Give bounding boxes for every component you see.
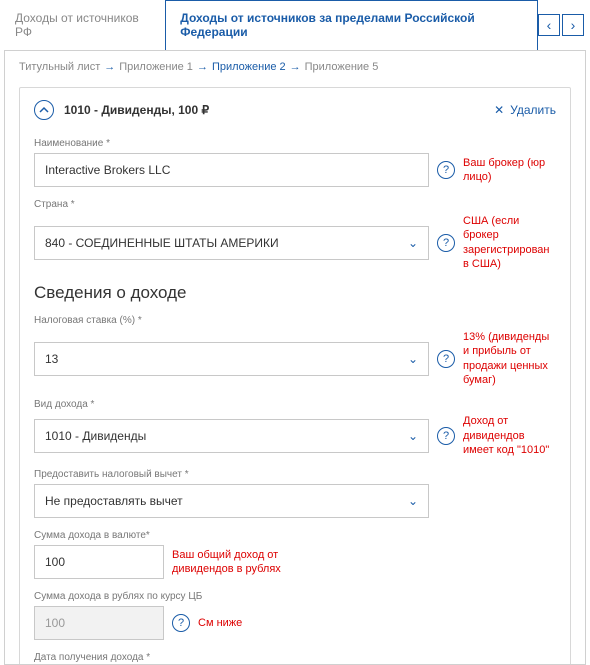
rate-select[interactable]: 13 ⌄ bbox=[34, 342, 429, 376]
label-sum-cur: Сумма дохода в валюте* bbox=[34, 530, 556, 541]
chevron-right-icon: → bbox=[197, 61, 208, 73]
help-icon[interactable]: ? bbox=[437, 350, 455, 368]
chevron-down-icon: ⌄ bbox=[408, 352, 418, 366]
chevron-down-icon: ⌄ bbox=[408, 429, 418, 443]
section-heading: Сведения о доходе bbox=[34, 283, 556, 303]
sum-rub-input bbox=[34, 606, 164, 640]
annotation-kind: Доход от дивидендов имеет код "1010" bbox=[463, 414, 556, 457]
breadcrumb-title-page[interactable]: Титульный лист bbox=[19, 61, 100, 73]
chevron-up-icon bbox=[39, 105, 49, 115]
help-icon[interactable]: ? bbox=[437, 234, 455, 252]
sum-currency-input[interactable] bbox=[34, 545, 164, 579]
kind-value: 1010 - Дивиденды bbox=[45, 429, 146, 443]
breadcrumb: Титульный лист → Приложение 1 → Приложен… bbox=[19, 61, 571, 73]
name-input[interactable] bbox=[34, 153, 429, 187]
annotation-sum-rub: См ниже bbox=[198, 616, 242, 630]
rate-value: 13 bbox=[45, 352, 58, 366]
chevron-right-icon: → bbox=[104, 61, 115, 73]
tab-rf-income[interactable]: Доходы от источников РФ bbox=[0, 0, 165, 50]
kind-select[interactable]: 1010 - Дивиденды ⌄ bbox=[34, 419, 429, 453]
label-deduction: Предоставить налоговый вычет * bbox=[34, 469, 556, 480]
breadcrumb-app2[interactable]: Приложение 2 bbox=[212, 61, 286, 73]
deduction-select[interactable]: Не предоставлять вычет ⌄ bbox=[34, 484, 429, 518]
card-title: 1010 - Дивиденды, 100 ₽ bbox=[64, 103, 209, 117]
annotation-country: США (если брокер зарегистрирован в США) bbox=[463, 214, 556, 271]
annotation-rate: 13% (дивиденды и прибыль от продажи ценн… bbox=[463, 330, 556, 387]
label-rate: Налоговая ставка (%) * bbox=[34, 315, 556, 326]
help-icon[interactable]: ? bbox=[437, 427, 455, 445]
help-icon[interactable]: ? bbox=[437, 161, 455, 179]
annotation-broker: Ваш брокер (юр лицо) bbox=[463, 156, 556, 185]
breadcrumb-app5[interactable]: Приложение 5 bbox=[305, 61, 379, 73]
country-value: 840 - СОЕДИНЕННЫЕ ШТАТЫ АМЕРИКИ bbox=[45, 236, 279, 250]
label-sum-rub: Сумма дохода в рублях по курсу ЦБ bbox=[34, 591, 556, 602]
deduction-value: Не предоставлять вычет bbox=[45, 494, 183, 508]
tab-foreign-income[interactable]: Доходы от источников за пределами Россий… bbox=[165, 0, 538, 50]
delete-label: Удалить bbox=[510, 103, 556, 117]
country-select[interactable]: 840 - СОЕДИНЕННЫЕ ШТАТЫ АМЕРИКИ ⌄ bbox=[34, 226, 429, 260]
annotation-sum-cur: Ваш общий доход от дивидендов в рублях bbox=[172, 548, 322, 577]
label-date-income: Дата получения дохода * bbox=[34, 652, 556, 663]
chevron-down-icon: ⌄ bbox=[408, 236, 418, 250]
tab-bar: Доходы от источников РФ Доходы от источн… bbox=[0, 0, 538, 50]
label-name: Наименование * bbox=[34, 138, 556, 149]
label-country: Страна * bbox=[34, 199, 556, 210]
delete-button[interactable]: ✕ Удалить bbox=[494, 103, 556, 117]
income-card: 1010 - Дивиденды, 100 ₽ ✕ Удалить Наимен… bbox=[19, 87, 571, 665]
breadcrumb-app1[interactable]: Приложение 1 bbox=[119, 61, 193, 73]
chevron-down-icon: ⌄ bbox=[408, 494, 418, 508]
prev-button[interactable]: ‹ bbox=[538, 14, 560, 36]
close-icon: ✕ bbox=[494, 103, 504, 117]
help-icon[interactable]: ? bbox=[172, 614, 190, 632]
next-button[interactable]: › bbox=[562, 14, 584, 36]
chevron-right-icon: → bbox=[290, 61, 301, 73]
collapse-toggle[interactable] bbox=[34, 100, 54, 120]
label-kind: Вид дохода * bbox=[34, 399, 556, 410]
